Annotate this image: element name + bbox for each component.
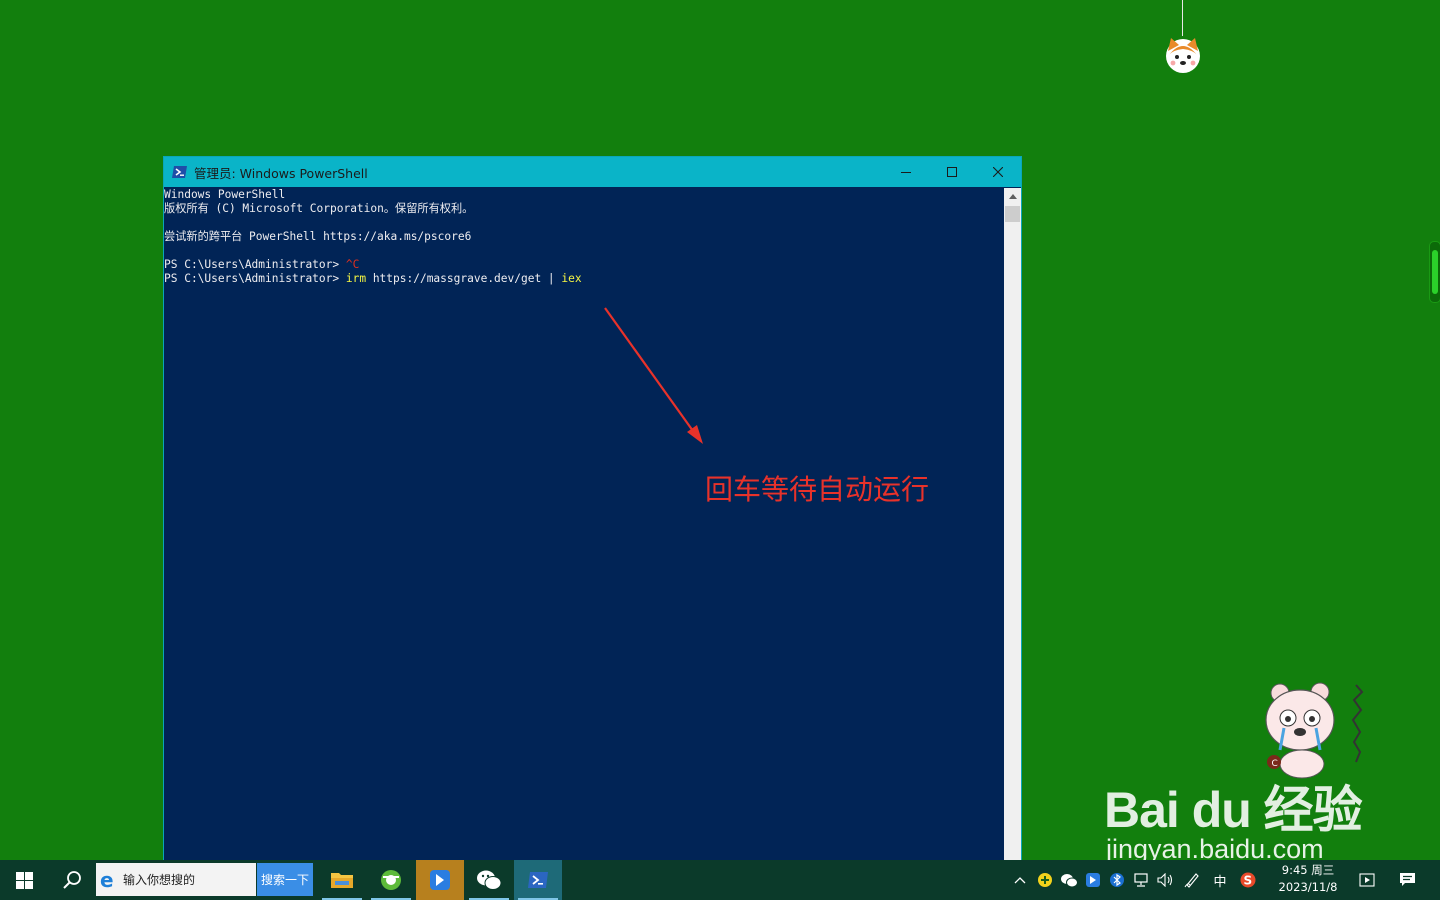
chevron-up-icon: [1014, 877, 1026, 884]
powershell-icon: [528, 872, 548, 888]
scroll-thumb[interactable]: [1005, 206, 1020, 222]
minimize-button[interactable]: [883, 157, 929, 187]
bluetooth-icon: [1110, 873, 1124, 887]
minimize-icon: [901, 172, 911, 173]
taskbar-search-button[interactable]: [50, 860, 94, 900]
desktop-side-scroll-thumb[interactable]: [1432, 250, 1438, 294]
command-url: https://massgrave.dev/get |: [366, 272, 562, 285]
command-irm: irm: [345, 272, 367, 285]
bear-sticker-icon: C: [1265, 682, 1364, 779]
search-icon: [63, 871, 81, 889]
close-icon: [993, 167, 1003, 177]
tray-sogou[interactable]: S: [1236, 860, 1260, 900]
tray-app-1[interactable]: [1034, 860, 1056, 900]
web-search-box[interactable]: e: [96, 863, 256, 896]
clock-date: 2023/11/8: [1278, 880, 1338, 894]
clock[interactable]: 9:45 周三 2023/11/8: [1272, 862, 1344, 898]
wechat-tray-icon: [1061, 873, 1078, 887]
chevron-up-icon: [1008, 194, 1017, 199]
console-line: 版权所有 (C) Microsoft Corporation。保留所有权利。: [164, 202, 474, 215]
taskbar-wechat[interactable]: [465, 860, 513, 900]
interrupt-text: ^C: [345, 258, 360, 271]
pendant-string: [1182, 0, 1183, 36]
svg-text:C: C: [1272, 759, 1278, 769]
taskbar-feishu[interactable]: [416, 860, 464, 900]
taskbar-powershell[interactable]: [514, 860, 562, 900]
window-controls: [883, 157, 1021, 187]
clock-time: 9:45 周三: [1281, 863, 1335, 877]
window-titlebar[interactable]: 管理员: Windows PowerShell: [164, 157, 1021, 187]
tray-show-hidden[interactable]: [1010, 860, 1030, 900]
console-command-line: PS C:\Users\Administrator> irm https://m…: [164, 272, 1003, 286]
tray-bluetooth[interactable]: [1106, 860, 1128, 900]
svg-text:S: S: [1244, 874, 1253, 888]
taskbar-browser[interactable]: [367, 860, 415, 900]
powershell-window[interactable]: 管理员: Windows PowerShell Windows PowerShe…: [163, 156, 1022, 861]
annotation-text: 回车等待自动运行: [705, 473, 930, 506]
baidu-jingyan-logo: Bai du 经验: [1104, 770, 1363, 842]
command-iex: iex: [561, 272, 582, 285]
console-output[interactable]: Windows PowerShell 版权所有 (C) Microsoft Co…: [164, 188, 1003, 861]
network-icon: [1134, 873, 1148, 887]
taskbar: e 搜索一下: [0, 860, 1440, 900]
pen-icon: [1184, 873, 1199, 888]
action-center-button[interactable]: [1392, 860, 1422, 900]
svg-text:e: e: [100, 870, 114, 890]
scroll-up-button[interactable]: [1004, 188, 1021, 205]
feishu-icon: [430, 870, 450, 890]
wechat-icon: [477, 870, 502, 890]
volume-icon: [1156, 873, 1172, 887]
prompt: PS C:\Users\Administrator>: [164, 272, 346, 285]
web-search-button[interactable]: 搜索一下: [257, 863, 313, 896]
window-title: 管理员: Windows PowerShell: [194, 165, 368, 181]
media-icon: [1359, 873, 1375, 887]
notification-icon: [1399, 873, 1415, 886]
maximize-button[interactable]: [929, 157, 975, 187]
prompt: PS C:\Users\Administrator>: [164, 258, 346, 271]
shiba-dog-icon[interactable]: [1163, 35, 1203, 75]
annotation-arrow-icon: [604, 307, 703, 444]
tray-pen[interactable]: [1180, 860, 1204, 900]
console-line: 尝试新的跨平台 PowerShell https://aka.ms/pscore…: [164, 230, 472, 243]
close-button[interactable]: [975, 157, 1021, 187]
watermark-logo-text: Bai du 经验: [1104, 782, 1363, 838]
ie-logo-icon: e: [100, 870, 114, 890]
powershell-icon: [172, 166, 187, 178]
tray-video[interactable]: [1354, 860, 1380, 900]
tray-ime[interactable]: 中: [1208, 860, 1232, 900]
web-search-input[interactable]: [123, 872, 253, 887]
tray-network[interactable]: [1130, 860, 1152, 900]
browser-icon: [381, 870, 401, 890]
console-prompt-line: PS C:\Users\Administrator> ^C: [164, 258, 1003, 272]
maximize-icon: [947, 167, 957, 177]
desktop-side-scrollbar[interactable]: [1429, 241, 1440, 303]
sogou-icon: S: [1240, 872, 1256, 888]
plus-circle-icon: [1038, 873, 1052, 887]
tray-volume[interactable]: [1154, 860, 1176, 900]
folder-icon: [331, 873, 353, 888]
feishu-tray-icon: [1086, 873, 1100, 887]
taskbar-file-explorer[interactable]: [318, 860, 366, 900]
tray-wechat[interactable]: [1058, 860, 1080, 900]
console-line: Windows PowerShell: [164, 188, 286, 201]
tray-feishu[interactable]: [1082, 860, 1104, 900]
start-button[interactable]: [0, 860, 48, 900]
windows-logo-icon: [15, 871, 33, 889]
console-scrollbar[interactable]: [1004, 188, 1021, 861]
